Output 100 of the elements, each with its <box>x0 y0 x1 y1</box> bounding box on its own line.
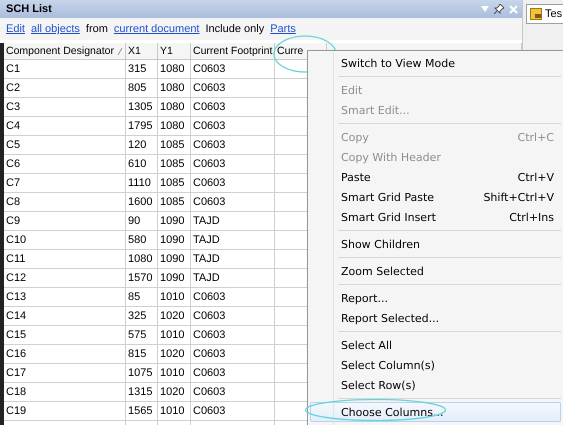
table-cell: 575 <box>126 326 158 345</box>
table-cell: 1110 <box>126 174 158 193</box>
menu-item[interactable]: Show Children <box>310 234 561 254</box>
table-cell: C0603 <box>191 307 275 326</box>
table-cell: 1020 <box>158 383 191 402</box>
filter-link[interactable]: Edit <box>6 23 25 35</box>
table-cell: C0603 <box>191 383 275 402</box>
table-cell: 1010 <box>158 364 191 383</box>
table-cell: C16 <box>4 345 126 364</box>
table-cell: TAJD <box>191 269 275 288</box>
table-cell: C14 <box>4 307 126 326</box>
table-cell: C5 <box>4 136 126 155</box>
table-cell: C0603 <box>191 402 275 421</box>
table-cell: TAJD <box>191 231 275 250</box>
table-cell: 1565 <box>126 402 158 421</box>
table-cell: C11 <box>4 250 126 269</box>
table-cell: C7 <box>4 174 126 193</box>
document-tab[interactable]: Tes <box>526 4 563 24</box>
table-cell: C2 <box>4 79 126 98</box>
table-cell: 815 <box>126 345 158 364</box>
table-cell: C0603 <box>191 326 275 345</box>
column-header[interactable]: X1 <box>126 43 158 60</box>
table-cell: C0603 <box>191 193 275 212</box>
table-cell: C0603 <box>191 155 275 174</box>
menu-item[interactable]: Zoom Selected <box>310 261 561 281</box>
table-cell: C15 <box>4 326 126 345</box>
menu-item[interactable]: Report Selected... <box>310 308 561 328</box>
filter-link[interactable]: current document <box>114 23 200 35</box>
table-cell: 1600 <box>126 193 158 212</box>
table-cell: C0603 <box>191 345 275 364</box>
table-cell: C3 <box>4 98 126 117</box>
table-cell: 1080 <box>158 60 191 79</box>
table-cell: C13 <box>4 288 126 307</box>
table-cell: 1090 <box>158 269 191 288</box>
table-cell: 580 <box>126 231 158 250</box>
table-cell: 325 <box>126 307 158 326</box>
column-header[interactable]: Current Footprint <box>191 43 275 60</box>
table-cell: 1090 <box>158 212 191 231</box>
menu-item[interactable]: Select Row(s) <box>310 375 561 395</box>
filter-label: Include only <box>206 23 264 35</box>
table-cell: 1085 <box>158 174 191 193</box>
table-cell: C0603 <box>191 117 275 136</box>
table-cell: 1090 <box>158 250 191 269</box>
menu-item[interactable]: Smart Grid Paste Shift+Ctrl+V <box>310 187 561 207</box>
table-cell: C0603 <box>191 79 275 98</box>
dropdown-icon[interactable] <box>481 6 489 12</box>
column-header[interactable]: Y1 <box>158 43 191 60</box>
table-cell: C0603 <box>191 288 275 307</box>
table-cell: 1010 <box>158 288 191 307</box>
highlight-ellipse <box>273 34 337 74</box>
table-cell: TAJD <box>191 212 275 231</box>
table-cell: 1085 <box>158 136 191 155</box>
table-cell: C4 <box>4 117 126 136</box>
sort-icon <box>117 48 123 55</box>
filter-link[interactable]: all objects <box>30 23 80 35</box>
table-cell: C19 <box>4 402 126 421</box>
table-cell: C9 <box>4 212 126 231</box>
menu-item[interactable]: Select Column(s) <box>310 355 561 375</box>
table-cell: 1570 <box>126 269 158 288</box>
table-cell: 1795 <box>126 117 158 136</box>
table-cell: TAJD <box>191 250 275 269</box>
table-cell: 1085 <box>158 155 191 174</box>
table-cell: C18 <box>4 383 126 402</box>
table-cell: 1010 <box>158 326 191 345</box>
table-cell: 1080 <box>158 98 191 117</box>
table-cell: C0603 <box>191 98 275 117</box>
table-cell: C12 <box>4 269 126 288</box>
table-cell: 1305 <box>126 98 158 117</box>
table-cell: 315 <box>126 60 158 79</box>
menu-item[interactable]: Paste Ctrl+V <box>310 167 561 187</box>
menu-item[interactable]: Select All <box>310 335 561 355</box>
filter-label: from <box>86 23 108 35</box>
table-cell: 1080 <box>126 250 158 269</box>
table-cell: 1090 <box>158 231 191 250</box>
menu-item[interactable]: Smart Grid Insert Ctrl+Ins <box>310 207 561 227</box>
menu-item[interactable]: Choose Columns... <box>310 402 561 422</box>
table-cell: C0603 <box>191 60 275 79</box>
table-cell: 1080 <box>158 79 191 98</box>
table-cell: C0603 <box>191 364 275 383</box>
table-cell: 1020 <box>158 345 191 364</box>
table-cell: 1020 <box>158 307 191 326</box>
table-cell: C1 <box>4 60 126 79</box>
table-cell: 1085 <box>158 193 191 212</box>
pin-icon[interactable] <box>494 4 504 14</box>
column-header[interactable]: Component Designator <box>4 43 126 60</box>
table-cell: 610 <box>126 155 158 174</box>
table-cell: 120 <box>126 136 158 155</box>
table-cell: 1010 <box>158 402 191 421</box>
table-cell: C17 <box>4 364 126 383</box>
document-icon <box>530 8 542 20</box>
table-cell: C8 <box>4 193 126 212</box>
table-cell: 1075 <box>126 364 158 383</box>
close-icon[interactable] <box>509 4 518 14</box>
table-cell: 85 <box>126 288 158 307</box>
menu-item[interactable]: Report... <box>310 288 561 308</box>
table-cell: C10 <box>4 231 126 250</box>
table-cell: C6 <box>4 155 126 174</box>
panel-title: SCH List <box>6 3 53 15</box>
filter-link[interactable]: Parts <box>270 23 296 35</box>
table-cell: 805 <box>126 79 158 98</box>
